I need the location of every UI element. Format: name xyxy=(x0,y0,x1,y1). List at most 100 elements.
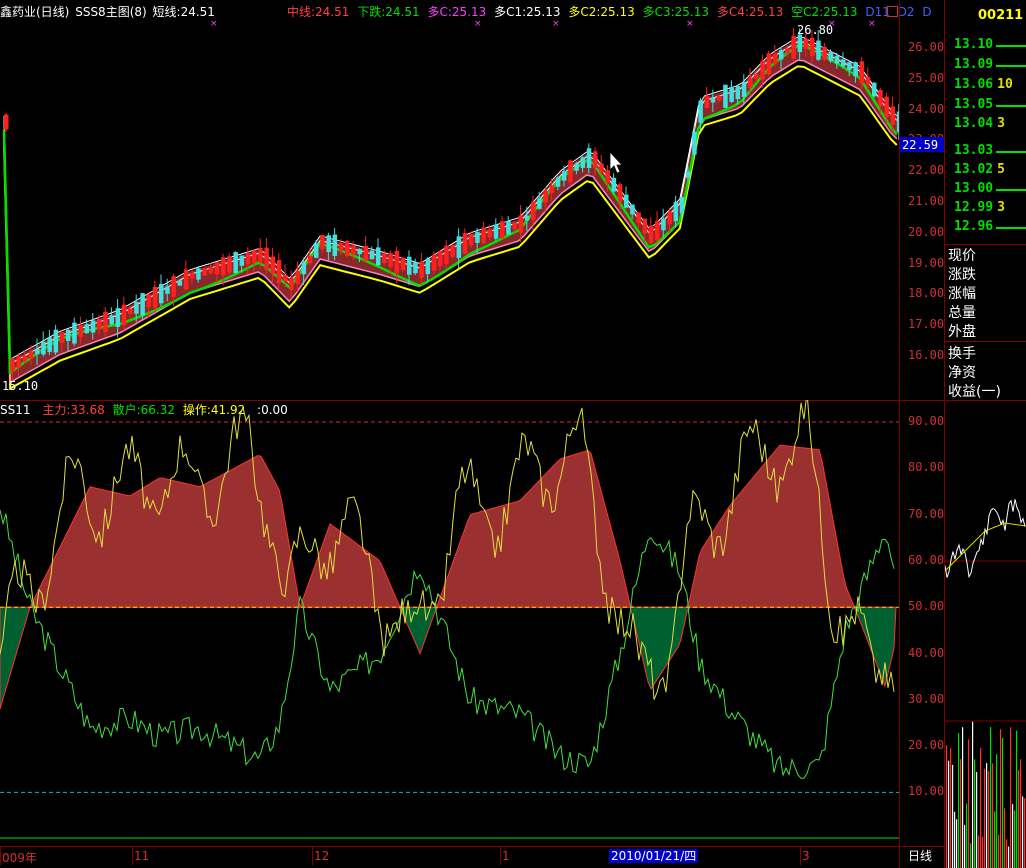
candle-body xyxy=(109,315,114,325)
candle-body xyxy=(345,240,350,257)
intraday-volume-bar xyxy=(962,727,964,868)
candle-body xyxy=(710,97,716,103)
intraday-volume-bar xyxy=(976,772,978,868)
order-volume: 3 xyxy=(997,116,1005,131)
intraday-volume-bar xyxy=(954,811,956,868)
candle-body xyxy=(772,53,778,64)
candle-body xyxy=(28,351,34,359)
date-axis-line xyxy=(0,846,945,847)
candle-body xyxy=(66,329,71,341)
order-price: 13.10 xyxy=(954,37,994,52)
order-price: 13.06 xyxy=(954,77,994,92)
date-tick xyxy=(132,847,133,865)
order-volume-bar xyxy=(996,227,1026,229)
intraday-volume-bar xyxy=(1022,796,1024,868)
candle-body xyxy=(841,59,846,67)
candle-body xyxy=(605,170,610,183)
period-label[interactable]: 日线 xyxy=(908,849,932,863)
candle-body xyxy=(617,184,623,202)
ma-line xyxy=(3,59,898,384)
candle-body xyxy=(878,89,883,107)
candle-body xyxy=(196,268,201,280)
date-tick-label: 12 xyxy=(314,849,330,863)
candle-body xyxy=(624,194,629,208)
candle-body xyxy=(252,250,257,264)
candle-body xyxy=(413,262,418,274)
candle-body xyxy=(264,247,269,271)
indicator-tick-label: 30.00 xyxy=(908,691,945,706)
candle-body xyxy=(667,211,672,225)
order-price: 12.99 xyxy=(954,200,994,215)
candle-body xyxy=(717,95,722,101)
intraday-price-line xyxy=(945,499,1026,579)
candle-body xyxy=(636,212,641,223)
candle-body xyxy=(388,253,393,267)
info-divider xyxy=(945,341,1026,342)
main-force-positive-area xyxy=(0,444,896,610)
order-book-row: 13.10 xyxy=(954,37,993,52)
candle-body xyxy=(84,324,90,334)
order-price: 13.05 xyxy=(954,97,994,112)
signal-marker: × xyxy=(868,19,876,29)
order-volume-bar xyxy=(996,105,1026,107)
candle-body xyxy=(500,221,505,239)
intraday-volume-bar xyxy=(984,768,986,868)
candle-body xyxy=(859,61,865,84)
intraday-volume-bar xyxy=(980,747,982,868)
candle-body xyxy=(779,50,784,60)
order-volume-bar xyxy=(996,151,1026,153)
candle-body xyxy=(555,177,561,187)
intraday-volume-bar xyxy=(1012,804,1014,868)
order-volume-bar xyxy=(996,189,1026,191)
intraday-volume-bar xyxy=(986,763,988,868)
indicator-fill xyxy=(0,444,897,710)
candle-body xyxy=(351,245,356,255)
indicator-chart[interactable] xyxy=(0,400,900,845)
order-volume: 10 xyxy=(997,77,1013,92)
d2-label: D2 xyxy=(897,5,915,19)
candle-body xyxy=(735,85,741,100)
candle-body xyxy=(797,34,803,53)
candle-body xyxy=(245,252,251,265)
intraday-volume-bar xyxy=(972,721,974,868)
date-tick-label: 1 xyxy=(502,849,510,863)
price-tick-label: 20.00 xyxy=(908,224,945,239)
indicator-tick-label: 70.00 xyxy=(908,506,945,521)
candlestick-chart[interactable]: × × × × × × 26.80 15.10 xyxy=(0,0,900,398)
candle-body xyxy=(611,177,617,192)
order-price: 13.00 xyxy=(954,181,994,196)
order-book-row: 13.09 xyxy=(954,57,993,72)
quote-info-label: 涨幅 xyxy=(948,286,976,302)
candle-body xyxy=(574,163,579,171)
candle-body xyxy=(655,221,660,241)
candle-body xyxy=(115,308,121,327)
candle-body xyxy=(630,204,635,215)
candle-body xyxy=(400,257,406,270)
date-tick-label: 11 xyxy=(134,849,150,863)
candle-body xyxy=(419,261,424,278)
date-tick xyxy=(500,847,501,865)
candle-body xyxy=(301,262,307,275)
date-tick-label: 3 xyxy=(802,849,810,863)
quote-info-label: 现价 xyxy=(948,248,976,264)
intraday-volume-bar xyxy=(958,733,960,868)
intraday-volume-bar xyxy=(966,803,968,868)
intraday-volume-bar xyxy=(1008,846,1010,868)
signal-marker: × xyxy=(552,19,560,29)
chart-annotations: 26.80 15.10 xyxy=(2,23,833,393)
candle-body xyxy=(128,308,133,314)
order-volume-bar xyxy=(996,45,1026,47)
candle-body xyxy=(47,337,52,352)
candle-body xyxy=(822,46,827,60)
candle-body xyxy=(270,256,276,275)
candle-body xyxy=(456,236,462,259)
order-book-row: 13.06 10 xyxy=(954,77,1013,92)
candle-body xyxy=(208,267,214,274)
candle-body xyxy=(884,96,889,118)
candle-body xyxy=(593,151,598,169)
candle-body xyxy=(686,171,691,178)
candle-body xyxy=(332,234,338,256)
candle-body xyxy=(97,318,102,330)
candle-body xyxy=(444,245,449,265)
quote-info-label: 净资 xyxy=(948,365,976,381)
